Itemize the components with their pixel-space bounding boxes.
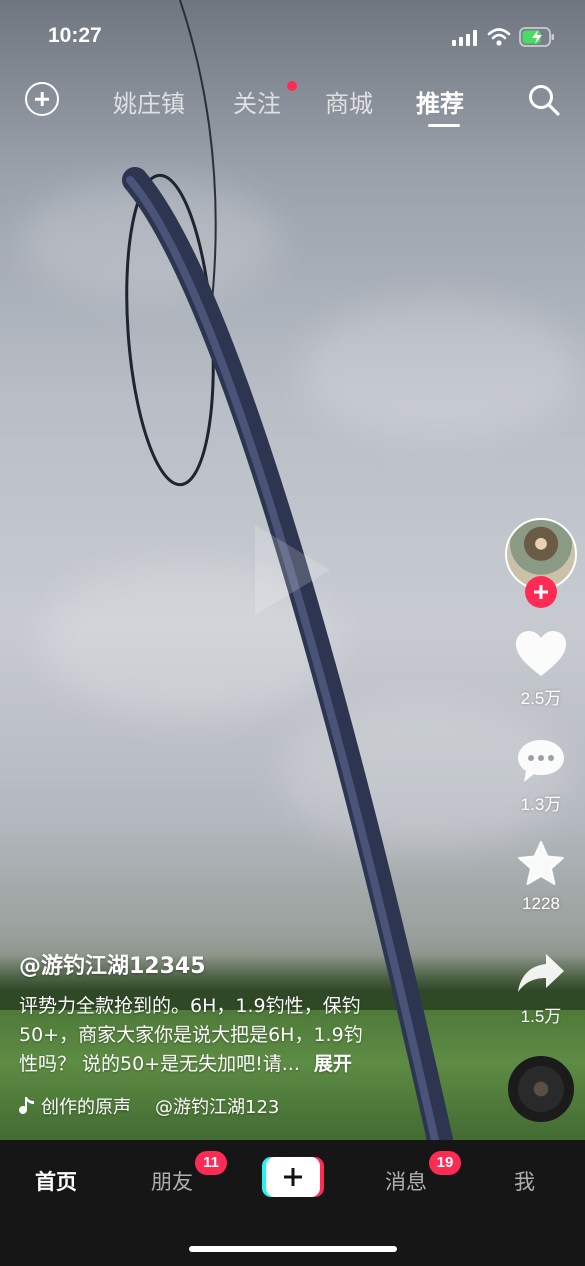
plus-icon	[266, 1157, 320, 1197]
friends-badge: 11	[195, 1151, 227, 1175]
description-line: 评势力全款抢到的。6H，1.9钓性，保钓	[19, 995, 361, 1017]
favorite-count: 1228	[522, 894, 560, 913]
home-indicator[interactable]	[189, 1246, 397, 1252]
tab-local[interactable]: 姚庄镇	[113, 84, 185, 119]
comment-count: 1.3万	[520, 795, 562, 814]
messages-badge: 19	[429, 1151, 461, 1175]
comment-button[interactable]: 1.3万	[508, 738, 574, 815]
share-icon	[518, 954, 564, 992]
tab-home[interactable]: 首页	[35, 1166, 77, 1196]
music-author: @游钓江湖123	[155, 1097, 280, 1118]
music-disc-icon[interactable]	[508, 1056, 574, 1122]
battery-charging-icon	[519, 27, 554, 47]
like-count: 2.5万	[520, 689, 562, 708]
author-handle[interactable]: @游钓江湖12345	[19, 948, 206, 980]
tab-recommend[interactable]: 推荐	[416, 84, 464, 119]
favorite-button[interactable]: 1228	[508, 840, 574, 914]
heart-icon	[516, 631, 566, 676]
description-line-text: 性吗？ 说的50+是无失加吧!请...	[19, 1053, 300, 1075]
play-hint-icon	[255, 525, 330, 615]
music-title: 创作的原声	[41, 1097, 131, 1118]
create-button[interactable]	[262, 1157, 324, 1197]
share-count: 1.5万	[520, 1007, 562, 1026]
tab-friends[interactable]: 朋友	[151, 1166, 193, 1196]
add-circle-icon[interactable]	[25, 82, 59, 116]
star-icon	[518, 841, 564, 885]
description-line: 性吗？ 说的50+是无失加吧!请... 展开	[19, 1050, 439, 1079]
signal-icon	[452, 30, 477, 46]
search-icon[interactable]	[527, 83, 561, 117]
tab-following[interactable]: 关注	[233, 84, 281, 119]
following-notification-dot	[287, 81, 297, 91]
music-note-icon	[19, 1097, 34, 1114]
tab-messages[interactable]: 消息	[385, 1166, 427, 1196]
video-description: 评势力全款抢到的。6H，1.9钓性，保钓 50+，商家大家你是说大把是6H，1.…	[19, 992, 439, 1079]
expand-button[interactable]: 展开	[314, 1053, 352, 1075]
music-info[interactable]: 创作的原声 @游钓江湖123	[19, 1093, 279, 1119]
share-button[interactable]: 1.5万	[508, 952, 574, 1027]
tab-me[interactable]: 我	[514, 1166, 535, 1196]
like-button[interactable]: 2.5万	[508, 630, 574, 709]
follow-button[interactable]	[525, 576, 557, 608]
tab-mall[interactable]: 商城	[325, 84, 373, 119]
active-tab-indicator	[428, 124, 460, 127]
status-bar: 10:27	[0, 0, 585, 72]
status-time: 10:27	[48, 24, 102, 47]
description-line: 50+，商家大家你是说大把是6H，1.9钓	[19, 1024, 363, 1046]
wifi-icon	[487, 28, 511, 46]
comment-icon	[518, 740, 564, 782]
